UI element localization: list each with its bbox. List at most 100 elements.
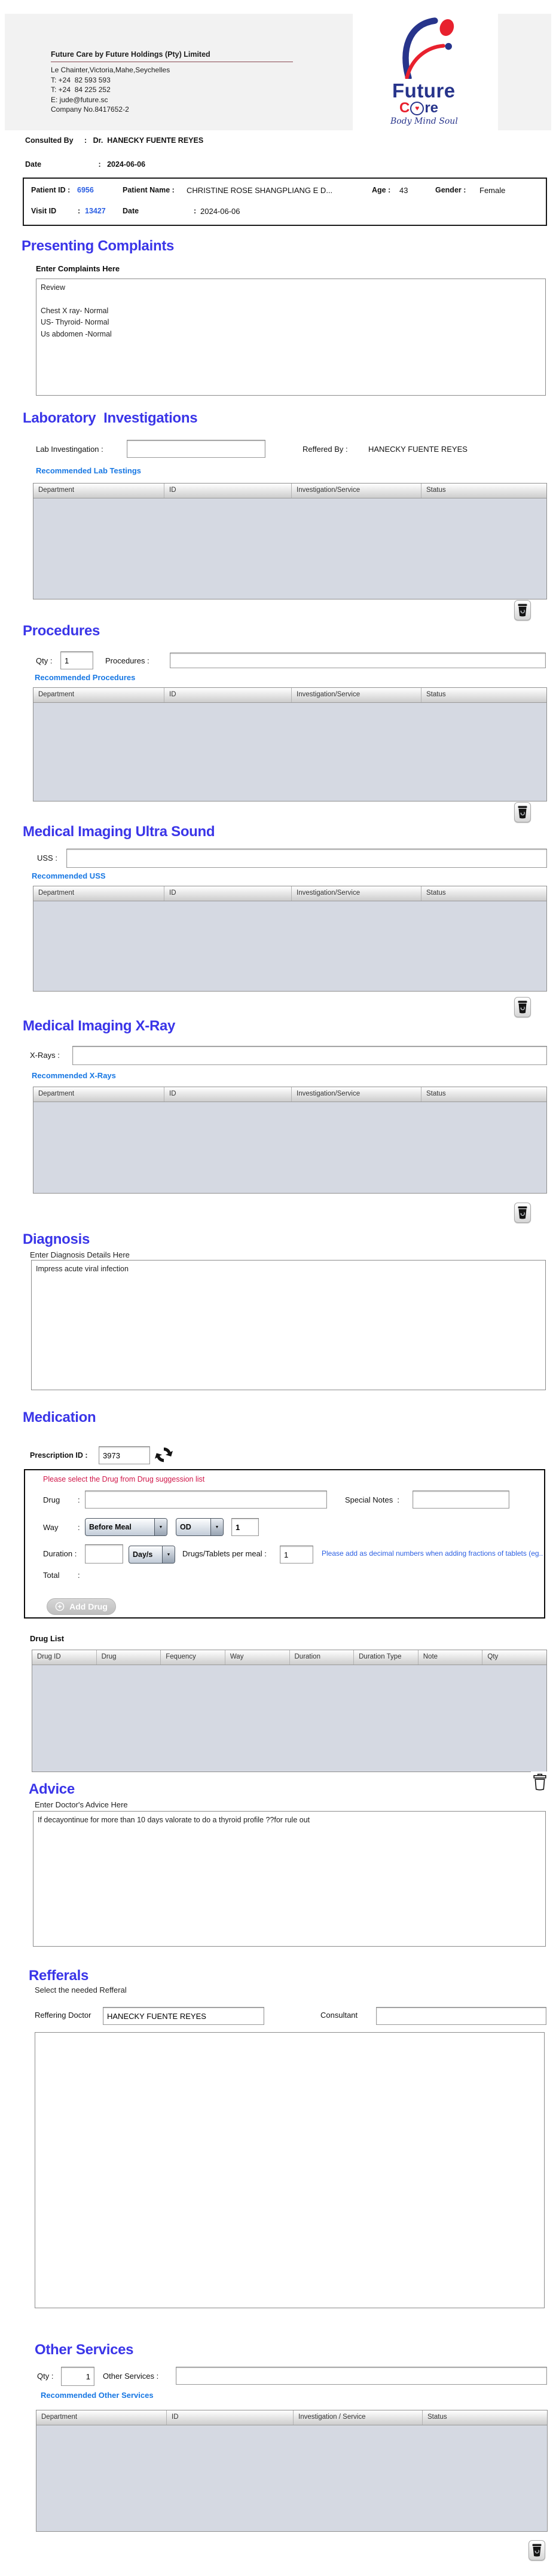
column-header-investigation[interactable]: Investigation/Service <box>292 688 421 702</box>
per-meal-input[interactable] <box>280 1546 313 1564</box>
column-header-id[interactable]: ID <box>164 1087 292 1102</box>
delete-uss-button[interactable] <box>514 997 531 1017</box>
column-header-department[interactable]: Department <box>33 484 164 498</box>
column-header-department[interactable]: Department <box>33 688 164 702</box>
other-services-body[interactable] <box>36 2425 547 2531</box>
procedures-input[interactable] <box>170 653 546 668</box>
column-header-status[interactable]: Status <box>421 688 546 702</box>
other-services-header: Department ID Investigation / Service St… <box>36 2410 547 2425</box>
column-header-duration[interactable]: Duration <box>290 1650 355 1665</box>
referring-doctor-input[interactable] <box>103 2007 264 2025</box>
meal-way-select[interactable]: Before Meal ▼ <box>85 1518 167 1536</box>
section-presenting-complaints: Presenting Complaints <box>22 238 175 254</box>
column-header-id[interactable]: ID <box>167 2410 294 2425</box>
column-header-status[interactable]: Status <box>421 484 546 498</box>
section-laboratory-investigations: Laboratory Investigations <box>23 410 198 426</box>
column-header-duration-type[interactable]: Duration Type <box>354 1650 418 1665</box>
section-referrals: Refferals <box>29 1968 89 1984</box>
frequency-select[interactable]: OD ▼ <box>176 1518 224 1536</box>
date-label: Date <box>25 160 42 169</box>
recommended-other-services-label: Recommended Other Services <box>41 2391 154 2400</box>
lab-table-body[interactable] <box>33 498 546 599</box>
column-header-id[interactable]: ID <box>164 484 292 498</box>
column-header-frequency[interactable]: Fequency <box>161 1650 225 1665</box>
advice-textarea[interactable]: If decayontinue for more than 10 days va… <box>33 1811 546 1947</box>
logo-care-line: C ♥ re <box>399 101 438 115</box>
company-tel1: T: +24 82 593 593 <box>51 75 111 84</box>
delete-advice-button[interactable] <box>531 1772 549 1794</box>
other-qty-input[interactable] <box>61 2367 94 2386</box>
letterhead: Future Care by Future Holdings (Pty) Lim… <box>5 14 551 130</box>
uss-table-body[interactable] <box>33 901 546 991</box>
referrals-list-box[interactable] <box>35 2032 545 2308</box>
consultant-input[interactable] <box>376 2007 546 2025</box>
duration-unit-select[interactable]: Day/s ▼ <box>129 1546 175 1564</box>
heart-glyph: ♥ <box>415 104 420 112</box>
company-address: Le Chainter,Victoria,Mahe,Seychelles <box>51 66 170 75</box>
special-notes-input[interactable] <box>413 1491 509 1509</box>
xray-table-body[interactable] <box>33 1102 546 1193</box>
patient-id-label: Patient ID : <box>31 186 71 194</box>
column-header-status[interactable]: Status <box>421 1087 546 1102</box>
meal-way-value: Before Meal <box>89 1523 132 1531</box>
duration-label: Duration : <box>43 1549 77 1558</box>
procedures-qty-input[interactable] <box>60 651 93 669</box>
age-label: Age : <box>372 186 391 194</box>
trash-icon <box>518 1206 527 1219</box>
delete-xray-button[interactable] <box>514 1203 531 1223</box>
column-header-status[interactable]: Status <box>423 2410 547 2425</box>
delete-other-service-button[interactable] <box>528 2540 545 2560</box>
colon: : <box>78 1571 80 1580</box>
column-header-qty[interactable]: Qty <box>482 1650 546 1665</box>
xray-input[interactable] <box>72 1046 547 1065</box>
column-header-investigation[interactable]: Investigation/Service <box>292 886 421 901</box>
refresh-prescription-button[interactable] <box>154 1445 173 1466</box>
other-services-input[interactable] <box>176 2367 547 2385</box>
procedures-label: Procedures : <box>105 656 149 665</box>
complaints-textarea[interactable]: Review Chest X ray- Normal US- Thyroid- … <box>36 279 546 396</box>
procedures-table-body[interactable] <box>33 703 546 801</box>
section-xray: Medical Imaging X-Ray <box>23 1018 176 1034</box>
uss-input[interactable] <box>66 849 547 868</box>
add-drug-button[interactable]: Add Drug <box>47 1598 116 1615</box>
gender-label: Gender : <box>435 186 466 194</box>
diagnosis-textarea[interactable]: Impress acute viral infection <box>31 1260 546 1390</box>
procedures-table: Department ID Investigation/Service Stat… <box>33 687 547 801</box>
delete-procedure-button[interactable] <box>514 802 531 822</box>
column-header-status[interactable]: Status <box>421 886 546 901</box>
prescription-id-input[interactable] <box>99 1446 150 1464</box>
company-tel2: T: +24 84 225 252 <box>51 85 111 94</box>
column-header-department[interactable]: Department <box>36 2410 167 2425</box>
patient-name-value: CHRISTINE ROSE SHANGPLIANG E D... <box>187 186 333 195</box>
add-drug-panel: Please select the Drug from Drug suggess… <box>24 1469 545 1619</box>
column-header-drug[interactable]: Drug <box>97 1650 161 1665</box>
patient-id-value: 6956 <box>77 186 94 194</box>
frequency-value: OD <box>180 1523 191 1531</box>
column-header-investigation[interactable]: Investigation/Service <box>292 484 421 498</box>
duration-input[interactable] <box>85 1544 123 1564</box>
delete-lab-item-button[interactable] <box>514 600 531 620</box>
company-number: Company No.8417652-2 <box>51 105 129 114</box>
column-header-id[interactable]: ID <box>164 688 292 702</box>
decimal-note: Please add as decimal numbers when addin… <box>322 1549 543 1558</box>
column-header-way[interactable]: Way <box>225 1650 290 1665</box>
column-header-drug-id[interactable]: Drug ID <box>32 1650 97 1665</box>
way-qty-input[interactable] <box>231 1518 259 1536</box>
referred-by-label: Reffered By : <box>303 445 348 454</box>
column-header-id[interactable]: ID <box>164 886 292 901</box>
complaints-sublabel: Enter Complaints Here <box>36 264 120 273</box>
column-header-department[interactable]: Department <box>33 1087 164 1102</box>
referred-by-value: HANECKY FUENTE REYES <box>368 445 468 454</box>
future-care-logo-icon <box>402 17 454 79</box>
column-header-investigation[interactable]: Investigation / Service <box>294 2410 423 2425</box>
lab-investigation-input[interactable] <box>127 440 265 458</box>
column-header-note[interactable]: Note <box>418 1650 483 1665</box>
per-meal-label: Drugs/Tablets per meal : <box>182 1549 267 1558</box>
column-header-investigation[interactable]: Investigation/Service <box>292 1087 421 1102</box>
trash-icon <box>518 1001 527 1014</box>
drug-label: Drug <box>43 1495 60 1504</box>
column-header-department[interactable]: Department <box>33 886 164 901</box>
drug-input[interactable] <box>85 1491 327 1509</box>
visit-id-label: Visit ID <box>31 207 57 215</box>
drug-list-body[interactable] <box>32 1665 546 1772</box>
